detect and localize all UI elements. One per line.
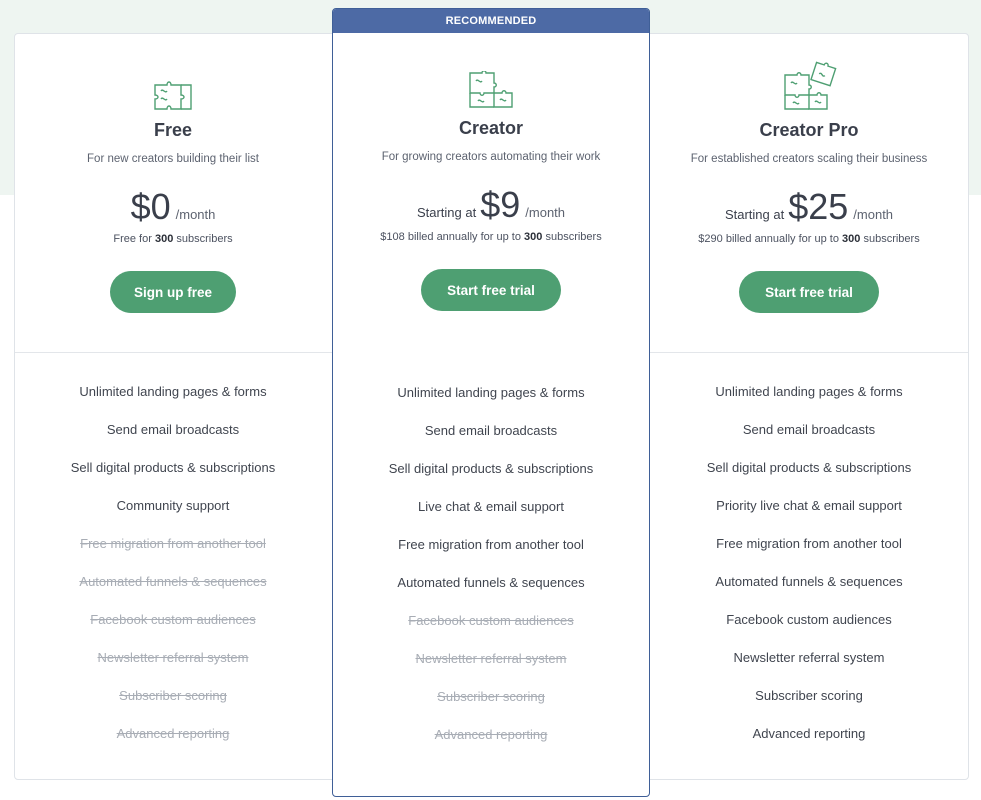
feature-item: Sell digital products & subscriptions (388, 461, 594, 476)
price-row: $0 /month (14, 187, 332, 227)
feature-item: Sell digital products & subscriptions (706, 460, 912, 475)
start-free-trial-button[interactable]: Start free trial (421, 269, 561, 311)
price-prefix: Starting at (416, 205, 477, 220)
subscriber-count: 300 (154, 233, 174, 245)
puzzle-three-icon (650, 33, 968, 111)
feature-item-excluded: Automated funnels & sequences (79, 574, 267, 589)
feature-item: Facebook custom audiences (726, 612, 892, 627)
price-amount: $9 (480, 184, 521, 225)
price-period: /month (175, 207, 216, 222)
feature-item-excluded: Subscriber scoring (119, 688, 227, 703)
feature-item-excluded: Newsletter referral system (97, 650, 249, 665)
feature-item: Subscriber scoring (755, 688, 863, 703)
plan-card-creator: RECOMMENDED Creator For growing creators… (332, 8, 650, 797)
price-row: Starting at $9 /month (333, 185, 649, 225)
feature-item-excluded: Newsletter referral system (415, 651, 567, 666)
billing-suffix: subscribers (545, 231, 602, 243)
feature-item: Community support (116, 498, 230, 513)
plan-card-creator-pro: Creator Pro For established creators sca… (650, 33, 968, 780)
start-free-trial-button[interactable]: Start free trial (739, 271, 879, 313)
feature-list: Unlimited landing pages & forms Send ema… (650, 373, 968, 753)
feature-item: Unlimited landing pages & forms (79, 384, 267, 399)
feature-list: Unlimited landing pages & forms Send ema… (14, 373, 332, 753)
feature-item: Unlimited landing pages & forms (715, 384, 903, 399)
billing-note: Free for 300 subscribers (14, 233, 332, 245)
plan-description: For established creators scaling their b… (690, 153, 928, 165)
feature-item-excluded: Subscriber scoring (437, 689, 545, 704)
feature-item: Automated funnels & sequences (715, 574, 903, 589)
billing-suffix: subscribers (176, 233, 233, 245)
recommended-badge: RECOMMENDED (333, 9, 649, 33)
feature-item: Unlimited landing pages & forms (397, 385, 585, 400)
feature-list: Unlimited landing pages & forms Send ema… (333, 374, 649, 754)
feature-item-excluded: Facebook custom audiences (90, 612, 256, 627)
plan-name: Creator (458, 118, 524, 138)
feature-item-excluded: Advanced reporting (434, 727, 548, 742)
plan-name: Free (153, 120, 193, 140)
feature-item: Sell digital products & subscriptions (70, 460, 276, 475)
feature-item: Live chat & email support (418, 499, 564, 514)
feature-item: Free migration from another tool (716, 536, 902, 551)
price-prefix: Starting at (724, 207, 785, 222)
billing-suffix: subscribers (863, 233, 920, 245)
feature-item-excluded: Facebook custom audiences (408, 613, 574, 628)
plan-description: For new creators building their list (87, 153, 259, 165)
plan-name: Creator Pro (759, 120, 859, 140)
price-amount: $0 (130, 186, 171, 227)
price-period: /month (525, 205, 566, 220)
plan-description: For growing creators automating their wo… (381, 151, 601, 163)
billing-note: $290 billed annually for up to 300 subsc… (650, 233, 968, 245)
subscriber-count: 300 (524, 231, 543, 243)
feature-item: Advanced reporting (752, 726, 866, 741)
feature-item: Free migration from another tool (398, 537, 584, 552)
feature-item: Automated funnels & sequences (397, 575, 585, 590)
puzzle-one-icon (14, 33, 332, 111)
price-row: Starting at $25 /month (650, 187, 968, 227)
billing-text: $108 billed annually for up to (380, 231, 521, 243)
billing-text: Free for (113, 233, 152, 245)
price-period: /month (853, 207, 894, 222)
feature-item: Send email broadcasts (742, 422, 876, 437)
billing-text: $290 billed annually for up to (698, 233, 839, 245)
feature-item-excluded: Free migration from another tool (80, 536, 266, 551)
feature-item-excluded: Advanced reporting (116, 726, 230, 741)
price-amount: $25 (788, 186, 849, 227)
feature-item: Newsletter referral system (733, 650, 885, 665)
feature-item: Send email broadcasts (106, 422, 240, 437)
feature-item: Send email broadcasts (424, 423, 558, 438)
subscriber-count: 300 (842, 233, 861, 245)
billing-note: $108 billed annually for up to 300 subsc… (333, 231, 649, 243)
feature-item: Priority live chat & email support (716, 498, 902, 513)
sign-up-free-button[interactable]: Sign up free (110, 271, 236, 313)
plan-card-free: Free For new creators building their lis… (14, 33, 332, 780)
puzzle-two-icon (333, 33, 649, 109)
